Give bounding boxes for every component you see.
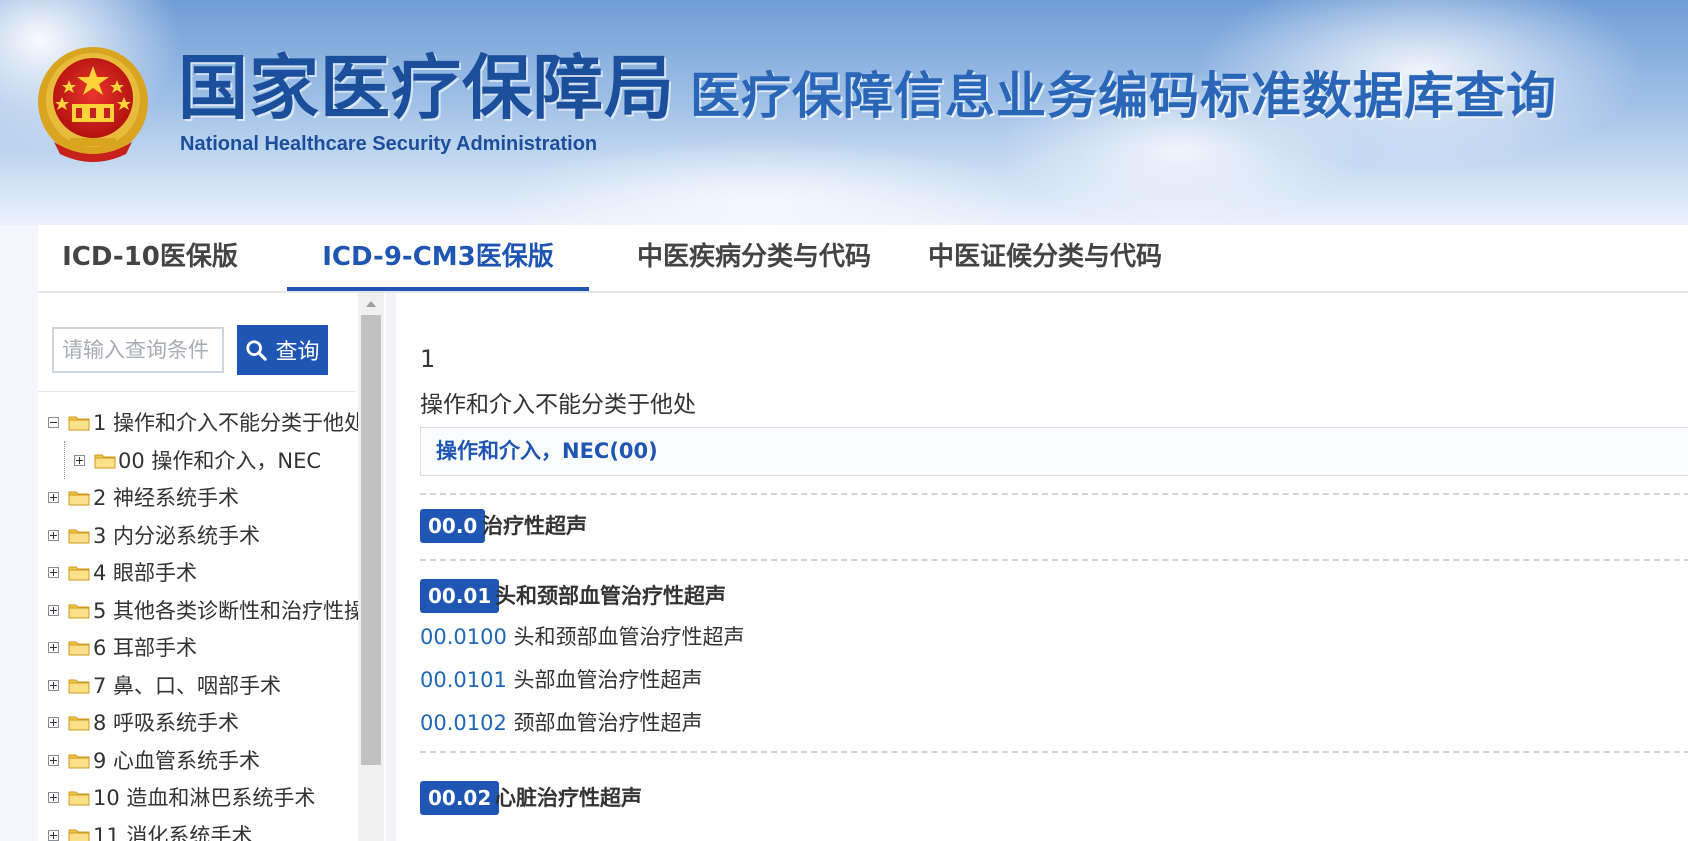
tree-item-label: 5 其他各类诊断性和治疗性操作 <box>93 598 358 623</box>
folder-icon <box>94 454 116 468</box>
tree-item-label: 00 操作和介入，NEC <box>118 448 322 473</box>
search-button[interactable]: 查询 <box>237 325 328 375</box>
folder-icon <box>68 641 90 656</box>
expand-icon[interactable] <box>74 454 85 466</box>
expand-icon[interactable] <box>48 829 59 841</box>
code-entry: 00.0100 头和颈部血管治疗性超声 <box>420 622 745 652</box>
entry-name: 颈部血管治疗性超声 <box>513 711 703 735</box>
tree-item-label: 9 心血管系统手术 <box>93 748 261 773</box>
section-code-badge: 00.0 <box>420 509 486 543</box>
dashed-divider <box>420 493 1688 495</box>
tab-icd10[interactable]: ICD-10医保版 <box>38 225 262 289</box>
section-title: 头和颈部血管治疗性超声 <box>495 584 726 608</box>
folder-icon <box>68 604 90 618</box>
folder-icon <box>68 566 90 581</box>
code-entry: 00.0102 颈部血管治疗性超声 <box>420 708 703 738</box>
entry-code-link[interactable]: 00.0101 <box>420 668 507 692</box>
tree-item-label: 6 耳部手术 <box>93 636 198 660</box>
tree-scrollbar[interactable] <box>358 293 384 841</box>
expand-icon[interactable] <box>48 679 59 691</box>
folder-icon <box>68 716 90 731</box>
tree-item-label: 1 操作和介入不能分类于他处 <box>93 411 358 435</box>
panel-divider <box>386 293 396 841</box>
folder-icon <box>68 679 90 693</box>
folder-icon <box>68 529 90 543</box>
tab-bar: ICD-10医保版 ICD-9-CM3医保版 中医疾病分类与代码 中医证候分类与… <box>38 225 1688 293</box>
left-panel: 查询 1 操作和介入不能分类于他处 00 操作和介入，NEC <box>38 293 358 841</box>
expand-icon[interactable] <box>48 492 59 503</box>
scroll-thumb[interactable] <box>361 315 381 765</box>
main-card: ICD-10医保版 ICD-9-CM3医保版 中医疾病分类与代码 中医证候分类与… <box>38 225 1688 841</box>
site-title-cn: 国家医疗保障局 <box>178 46 675 129</box>
folder-icon <box>68 829 90 841</box>
entry-code-link[interactable]: 00.0102 <box>420 711 507 735</box>
section-title: 心脏治疗性超声 <box>495 786 642 810</box>
expand-icon[interactable] <box>48 604 59 616</box>
entry-code-link[interactable]: 00.0100 <box>420 625 507 649</box>
search-icon <box>246 340 268 361</box>
section-code-badge: 00.02 <box>420 781 500 815</box>
search-input[interactable] <box>52 327 224 373</box>
tree-item-11[interactable]: 11 消化系统手术 <box>48 818 358 841</box>
tree-item-2[interactable]: 2 神经系统手术 <box>48 480 358 518</box>
expand-icon[interactable] <box>48 567 59 578</box>
expand-icon[interactable] <box>48 642 59 653</box>
tree-item-9[interactable]: 9 心血管系统手术 <box>48 743 358 781</box>
tree-item-3[interactable]: 3 内分泌系统手术 <box>48 518 358 556</box>
site-subtitle: 医疗保障信息业务编码标准数据库查询 <box>690 67 1557 125</box>
tree-item-label: 4 眼部手术 <box>93 561 198 585</box>
tree-item-8[interactable]: 8 呼吸系统手术 <box>48 705 358 743</box>
expand-icon[interactable] <box>48 792 59 803</box>
section-title: 治疗性超声 <box>482 514 587 538</box>
tree-item-10[interactable]: 10 造血和淋巴系统手术 <box>48 780 358 818</box>
expand-icon[interactable] <box>48 529 59 541</box>
section-code-badge: 00.01 <box>420 579 500 613</box>
expand-icon[interactable] <box>48 754 59 766</box>
tree-item-6[interactable]: 6 耳部手术 <box>48 630 358 668</box>
tree-item-label: 8 呼吸系统手术 <box>93 711 240 735</box>
detail-content: 1 操作和介入不能分类于他处 操作和介入，NEC(00) 00.0 治疗性超声 … <box>420 293 1688 841</box>
entry-name: 头和颈部血管治疗性超声 <box>513 625 745 649</box>
caret-up-icon <box>366 301 376 307</box>
category-header[interactable]: 操作和介入，NEC(00) <box>420 427 1688 476</box>
site-header: 国家医疗保障局 National Healthcare Security Adm… <box>0 0 1688 225</box>
scroll-up-arrow[interactable] <box>358 293 384 315</box>
national-emblem-icon <box>38 47 148 162</box>
expand-icon[interactable] <box>48 717 59 728</box>
collapse-icon[interactable] <box>48 417 59 428</box>
code-entry: 00.0101 头部血管治疗性超声 <box>420 665 703 695</box>
dashed-divider <box>420 559 1688 561</box>
tree-item-00[interactable]: 00 操作和介入，NEC <box>48 443 358 481</box>
entry-name: 头部血管治疗性超声 <box>513 668 703 692</box>
tab-tcm-syndrome[interactable]: 中医证候分类与代码 <box>914 225 1176 289</box>
divider <box>38 391 356 392</box>
folder-icon <box>68 791 90 806</box>
tab-tcm-disease[interactable]: 中医疾病分类与代码 <box>623 225 885 289</box>
folder-icon <box>68 754 90 768</box>
tree-item-label: 11 消化系统手术 <box>93 823 253 841</box>
site-title-en: National Healthcare Security Administrat… <box>180 133 598 155</box>
tree-item-label: 10 造血和淋巴系统手术 <box>93 786 316 810</box>
tree-item-label: 2 神经系统手术 <box>93 486 240 510</box>
tree-item-label: 3 内分泌系统手术 <box>93 523 261 548</box>
chapter-name: 操作和介入不能分类于他处 <box>420 392 696 418</box>
tree-item-5[interactable]: 5 其他各类诊断性和治疗性操作 <box>48 593 358 631</box>
search-button-label: 查询 <box>275 340 320 365</box>
folder-icon <box>68 491 90 506</box>
chapter-number: 1 <box>420 345 436 373</box>
tree-item-4[interactable]: 4 眼部手术 <box>48 555 358 593</box>
tree-item-1[interactable]: 1 操作和介入不能分类于他处 <box>48 405 358 443</box>
folder-icon <box>68 416 90 431</box>
tree-item-label: 7 鼻、口、咽部手术 <box>93 673 282 698</box>
tab-icd9-cm3[interactable]: ICD-9-CM3医保版 <box>287 225 589 291</box>
dashed-divider <box>420 751 1688 753</box>
category-tree: 1 操作和介入不能分类于他处 00 操作和介入，NEC 2 神经系统手术 3 内… <box>48 405 358 841</box>
tree-item-7[interactable]: 7 鼻、口、咽部手术 <box>48 668 358 706</box>
